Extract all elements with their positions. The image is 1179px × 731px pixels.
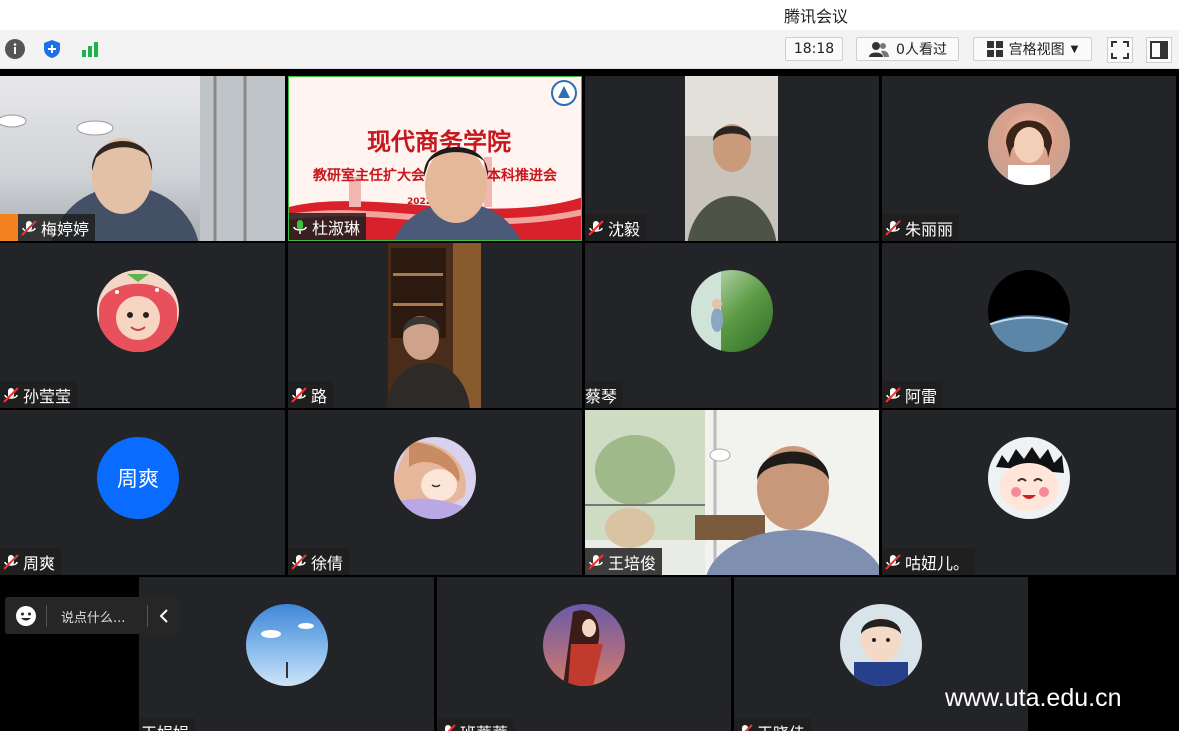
participant-name-tag: 孙莹莹 <box>0 381 78 408</box>
participant-name-tag: 班蒂蒂 <box>437 718 515 731</box>
participant-name: 徐倩 <box>311 553 344 573</box>
chat-placeholder: 说点什么... <box>61 611 126 626</box>
participant-name: 蔡琴 <box>585 386 618 406</box>
grid-icon <box>986 41 1003 57</box>
participant-name: 王培俊 <box>608 553 657 573</box>
participant-tile[interactable]: 徐倩 <box>288 410 582 575</box>
mic-muted-icon <box>742 723 753 731</box>
participant-avatar: 周爽 <box>97 437 179 519</box>
participant-name: 梅婷婷 <box>41 219 90 239</box>
participant-name-tag: 梅婷婷 <box>18 214 96 241</box>
participant-name-tag: 阿雷 <box>882 381 944 408</box>
view-mode-dropdown[interactable]: 宫格视图 ▼ <box>973 37 1092 61</box>
mic-muted-icon <box>291 553 307 570</box>
emoji-icon[interactable] <box>15 605 37 627</box>
participant-tile[interactable]: 王娟娟 <box>139 577 434 731</box>
participant-avatar <box>988 270 1070 352</box>
participant-tile[interactable]: 蔡琴 <box>585 243 879 408</box>
participant-name: 王晓佳 <box>757 720 805 731</box>
participant-avatar <box>543 604 625 686</box>
mic-muted-icon <box>291 386 307 403</box>
mic-muted-icon <box>445 723 456 731</box>
viewers-button[interactable]: 0人看过 <box>856 37 959 61</box>
participant-name-tag: 王培俊 <box>585 548 663 575</box>
mic-muted-icon <box>885 386 901 403</box>
chat-bar: 说点什么... <box>5 597 178 634</box>
sidebar-toggle-icon[interactable] <box>1146 37 1172 63</box>
participant-tile[interactable]: 朱丽丽 <box>882 76 1176 241</box>
participant-name-tag: 沈毅 <box>585 214 647 241</box>
users-icon <box>869 42 890 57</box>
top-toolbar: 18:18 0人看过 宫格视图 ▼ <box>0 30 1179 69</box>
participant-name: 阿雷 <box>905 386 938 406</box>
viewers-label: 0人看过 <box>896 42 947 58</box>
participant-avatar <box>988 103 1070 185</box>
participant-avatar <box>988 437 1070 519</box>
participant-name: 朱丽丽 <box>905 219 954 239</box>
participant-tile[interactable]: 孙莹莹 <box>0 243 285 408</box>
participant-name: 周爽 <box>23 553 56 573</box>
participant-avatar <box>246 604 328 686</box>
participant-name: 咕妞儿。 <box>905 553 970 573</box>
participant-name: 沈毅 <box>608 219 641 239</box>
info-icon[interactable] <box>3 37 27 61</box>
chevron-down-icon: ▼ <box>1070 43 1079 55</box>
window-titlebar: 腾讯会议 <box>0 0 1179 30</box>
participant-name: 王娟娟 <box>141 720 189 731</box>
mic-muted-icon <box>3 553 19 570</box>
raised-hand-badge <box>0 214 18 241</box>
participant-name-tag: 蔡琴 <box>585 381 624 408</box>
participant-tile[interactable]: 沈毅 <box>585 76 879 241</box>
mic-muted-icon <box>588 219 604 236</box>
participant-name-tag: 王娟娟 <box>139 718 196 731</box>
participant-name: 杜淑琳 <box>312 218 361 238</box>
participant-name-tag: 咕妞儿。 <box>882 548 976 575</box>
avatar-initials: 周爽 <box>117 467 159 491</box>
participant-name: 班蒂蒂 <box>460 720 508 731</box>
chat-divider-2 <box>147 605 148 627</box>
participant-name: 路 <box>311 386 328 406</box>
participant-tile[interactable]: 阿雷 <box>882 243 1176 408</box>
participant-tile-active-speaker[interactable]: 现代商务学院 教研室主任扩大会 本科推进会 2022年 杜淑琳 <box>288 76 582 241</box>
participant-tile[interactable]: 路 <box>288 243 582 408</box>
participant-name-tag: 徐倩 <box>288 548 350 575</box>
collapse-chevron-left-icon[interactable] <box>155 605 173 627</box>
fullscreen-icon[interactable] <box>1107 37 1133 63</box>
mic-active-icon <box>293 219 307 234</box>
participant-tile[interactable]: 梅婷婷 <box>0 76 285 241</box>
timer-text: 18:18 <box>793 41 835 57</box>
participant-avatar <box>840 604 922 686</box>
participant-name: 孙莹莹 <box>23 386 72 406</box>
window-title: 腾讯会议 <box>784 7 849 26</box>
view-mode-label: 宫格视图 <box>1008 42 1065 58</box>
mic-muted-icon <box>21 219 37 236</box>
participant-avatar <box>394 437 476 519</box>
mic-muted-icon <box>885 553 901 570</box>
participant-name-tag: 周爽 <box>0 548 62 575</box>
participant-avatar <box>97 270 179 352</box>
participant-tile[interactable]: 咕妞儿。 <box>882 410 1176 575</box>
signal-strength-icon[interactable] <box>78 37 102 61</box>
participant-name-tag: 朱丽丽 <box>882 214 960 241</box>
mic-muted-icon <box>588 553 604 570</box>
meeting-timer: 18:18 <box>785 37 843 61</box>
site-watermark: www.uta.edu.cn <box>945 684 1122 712</box>
chat-input[interactable]: 说点什么... <box>61 607 125 626</box>
participant-name-tag: 王晓佳 <box>734 718 812 731</box>
participant-name-tag: 杜淑琳 <box>289 213 367 240</box>
participant-tile[interactable]: 王培俊 <box>585 410 879 575</box>
chat-divider <box>46 605 47 627</box>
participant-tile[interactable]: 班蒂蒂 <box>437 577 731 731</box>
participant-tile[interactable]: 周爽 周爽 <box>0 410 285 575</box>
mic-muted-icon <box>885 219 901 236</box>
participant-name-tag: 路 <box>288 381 334 408</box>
security-shield-icon[interactable] <box>40 37 64 61</box>
mic-muted-icon <box>3 386 19 403</box>
participant-avatar <box>691 270 773 352</box>
